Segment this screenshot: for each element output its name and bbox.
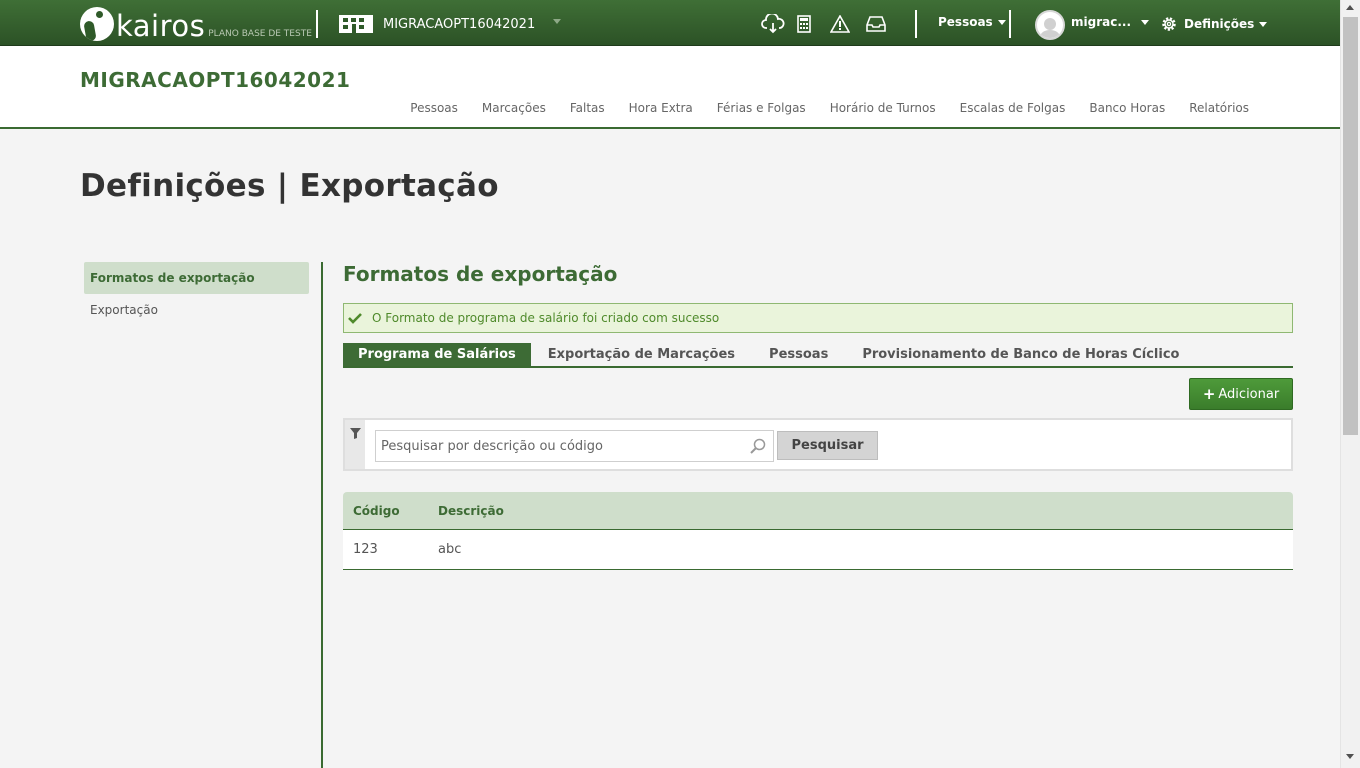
company-building-icon bbox=[339, 15, 373, 33]
table-row[interactable]: 123 abc bbox=[343, 530, 1293, 570]
divider bbox=[321, 262, 323, 768]
alert-message: O Formato de programa de salário foi cri… bbox=[372, 311, 720, 325]
nav-item-pessoas[interactable]: Pessoas bbox=[410, 101, 458, 115]
main-nav: Pessoas Marcações Faltas Hora Extra Féri… bbox=[410, 101, 1249, 115]
checkmark-icon bbox=[348, 311, 362, 325]
company-title: MIGRACAOPT16042021 bbox=[80, 68, 351, 92]
sidebar: Formatos de exportação Exportação bbox=[84, 262, 309, 326]
user-menu[interactable]: migrac... bbox=[1071, 15, 1150, 29]
nav-item-hora-extra[interactable]: Hora Extra bbox=[629, 101, 693, 115]
nav-item-horario-turnos[interactable]: Horário de Turnos bbox=[830, 101, 936, 115]
settings-menu[interactable]: Definições bbox=[1160, 15, 1268, 33]
settings-menu-label: Definições bbox=[1184, 17, 1255, 31]
nav-item-banco-horas[interactable]: Banco Horas bbox=[1089, 101, 1165, 115]
page-title: Definições | Exportação bbox=[80, 168, 499, 204]
gear-icon bbox=[1162, 17, 1176, 31]
scroll-up-arrow-icon[interactable] bbox=[1346, 5, 1354, 10]
search-icon[interactable] bbox=[750, 438, 766, 454]
search-filter-panel: Pesquisar bbox=[343, 418, 1293, 471]
plus-icon: + bbox=[1202, 385, 1216, 403]
format-tabs: Programa de Salários Exportação de Marca… bbox=[343, 343, 1293, 368]
top-bar: kairos PLANO BASE DE TESTE MIGRACAOPT160… bbox=[0, 0, 1340, 46]
chevron-down-icon[interactable] bbox=[553, 19, 561, 24]
logo-text: kairos bbox=[116, 9, 206, 43]
warning-icon[interactable] bbox=[828, 12, 852, 36]
company-header: MIGRACAOPT16042021 Pessoas Marcações Fal… bbox=[0, 46, 1340, 129]
tab-provisionamento-banco-horas[interactable]: Provisionamento de Banco de Horas Cíclic… bbox=[845, 343, 1196, 366]
sidebar-item-exportacao[interactable]: Exportação bbox=[84, 294, 309, 326]
add-button-label: Adicionar bbox=[1218, 386, 1280, 402]
company-selector[interactable]: MIGRACAOPT16042021 bbox=[339, 13, 535, 35]
filter-icon bbox=[350, 428, 361, 439]
cell-codigo: 123 bbox=[353, 542, 378, 557]
kairos-logo[interactable]: kairos PLANO BASE DE TESTE bbox=[80, 5, 312, 41]
logo-mark-icon bbox=[80, 7, 114, 41]
chevron-down-icon bbox=[1259, 21, 1268, 27]
vertical-scrollbar[interactable] bbox=[1340, 0, 1360, 768]
scroll-down-arrow-icon[interactable] bbox=[1346, 754, 1354, 759]
sidebar-item-formatos-exportacao[interactable]: Formatos de exportação bbox=[84, 262, 309, 294]
filter-toggle[interactable] bbox=[345, 420, 365, 469]
nav-item-escalas-folgas[interactable]: Escalas de Folgas bbox=[960, 101, 1066, 115]
search-button[interactable]: Pesquisar bbox=[777, 431, 878, 460]
tab-pessoas[interactable]: Pessoas bbox=[752, 343, 845, 366]
company-name: MIGRACAOPT16042021 bbox=[383, 16, 536, 32]
nav-item-faltas[interactable]: Faltas bbox=[570, 101, 605, 115]
cloud-download-icon[interactable] bbox=[761, 12, 785, 36]
divider bbox=[316, 10, 318, 38]
table-body: 123 abc bbox=[343, 530, 1293, 570]
chevron-down-icon bbox=[997, 19, 1006, 25]
inbox-icon[interactable] bbox=[864, 12, 888, 36]
section-title: Formatos de exportação bbox=[343, 262, 618, 286]
formats-table: Código Descrição 123 abc bbox=[343, 492, 1293, 570]
column-header-codigo[interactable]: Código bbox=[343, 504, 438, 518]
cell-descricao: abc bbox=[438, 542, 462, 557]
scrollbar-thumb[interactable] bbox=[1343, 17, 1358, 435]
people-menu-label: Pessoas bbox=[938, 15, 993, 29]
nav-item-ferias-folgas[interactable]: Férias e Folgas bbox=[717, 101, 806, 115]
chevron-down-icon bbox=[1141, 19, 1150, 25]
user-avatar[interactable] bbox=[1035, 10, 1065, 40]
tab-programa-salarios[interactable]: Programa de Salários bbox=[343, 343, 531, 366]
nav-item-marcacoes[interactable]: Marcações bbox=[482, 101, 546, 115]
search-input[interactable] bbox=[375, 430, 774, 462]
tab-exportacao-marcacoes[interactable]: Exportação de Marcações bbox=[531, 343, 752, 366]
user-menu-label: migrac... bbox=[1071, 15, 1132, 29]
table-header: Código Descrição bbox=[343, 492, 1293, 530]
add-button[interactable]: + Adicionar bbox=[1189, 378, 1293, 410]
column-header-descricao[interactable]: Descrição bbox=[438, 504, 504, 518]
calculator-icon[interactable] bbox=[792, 12, 816, 36]
logo-subtitle: PLANO BASE DE TESTE bbox=[208, 29, 312, 39]
success-alert: O Formato de programa de salário foi cri… bbox=[343, 303, 1293, 333]
divider bbox=[915, 10, 917, 38]
nav-item-relatorios[interactable]: Relatórios bbox=[1189, 101, 1249, 115]
divider bbox=[1009, 10, 1011, 38]
people-menu[interactable]: Pessoas bbox=[938, 15, 1006, 29]
